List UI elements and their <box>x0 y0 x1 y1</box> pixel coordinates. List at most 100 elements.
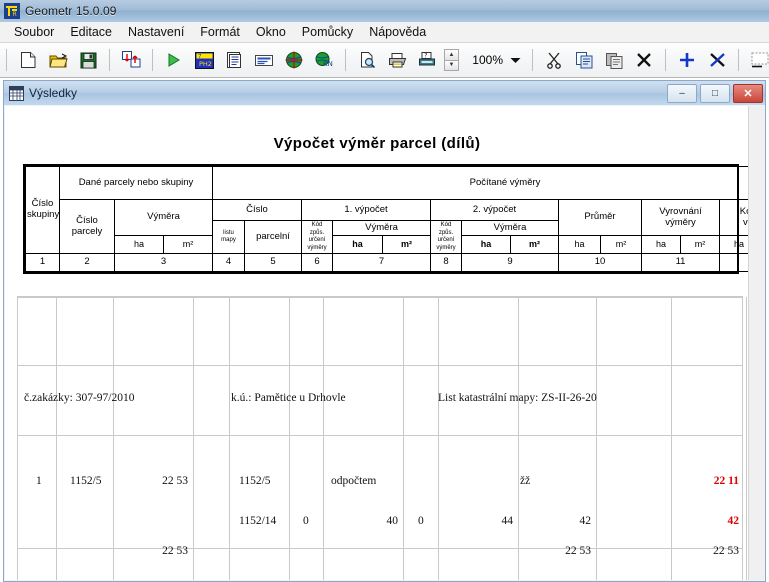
print-icon[interactable] <box>383 46 411 74</box>
printer-setup-icon[interactable]: ? <box>413 46 441 74</box>
open-folder-icon[interactable] <box>44 46 72 74</box>
delete-x-icon[interactable] <box>630 46 658 74</box>
header-number-9: 9 <box>461 253 559 272</box>
menu-format[interactable]: Formát <box>192 23 248 41</box>
zoom-spinner-down[interactable]: ▼ <box>444 59 459 71</box>
header-number-1: 1 <box>25 253 60 272</box>
document-page: Výpočet výměr parcel (dílů) Číslo skupin… <box>5 106 749 580</box>
grid-column-divider <box>323 297 324 580</box>
grid-column-divider <box>671 297 672 580</box>
paste-icon[interactable] <box>600 46 628 74</box>
table-header: Číslo skupiny Dané parcely nebo skupiny … <box>25 166 749 272</box>
header-number-6: 6 <box>301 253 333 272</box>
maximize-button[interactable]: □ <box>700 83 730 103</box>
run-play-icon[interactable] <box>160 46 188 74</box>
grid-column-divider <box>438 297 439 580</box>
save-floppy-icon[interactable] <box>74 46 102 74</box>
globe-crosshair-icon[interactable] <box>280 46 308 74</box>
header-parcelni: parcelní <box>244 220 302 254</box>
header-number-4: 4 <box>212 253 245 272</box>
cadastral-area: k.ú.: Pamětice u Drhovle <box>231 392 346 404</box>
header-unit-m2: m² <box>382 235 431 254</box>
grid-row-divider <box>18 435 742 436</box>
table-header-border: Číslo skupiny Dané parcely nebo skupiny … <box>23 164 749 274</box>
menu-napoveda[interactable]: Nápověda <box>361 23 434 41</box>
vertical-scrollbar[interactable] <box>748 106 764 580</box>
header-unit-ha: ha <box>558 235 601 254</box>
menu-soubor[interactable]: Soubor <box>6 23 62 41</box>
header-parcel-number: Číslo parcely <box>59 199 115 254</box>
menu-nastaveni[interactable]: Nastavení <box>120 23 192 41</box>
grid-column-divider <box>596 297 597 580</box>
app-title: Geometr 15.0.09 <box>25 4 117 18</box>
header-calc1-area: Výměra <box>332 220 431 236</box>
remove-cross-icon[interactable] <box>703 46 731 74</box>
toolbar-separator <box>345 49 346 71</box>
grid-column-divider <box>56 297 57 580</box>
header-number-5: 5 <box>244 253 302 272</box>
menu-bar: Soubor Editace Nastavení Formát Okno Pom… <box>0 22 769 43</box>
row-parcelni: 1152/5 <box>239 475 271 487</box>
row-calc1-m2: 40 <box>386 515 399 527</box>
row-calc2-m2: 44 <box>501 515 514 527</box>
grid-column-divider <box>229 297 230 580</box>
header-calc1: 1. výpočet <box>301 199 431 221</box>
print-preview-icon[interactable] <box>353 46 381 74</box>
child-window-title: Výsledky <box>29 86 78 100</box>
header-number-12: 12 <box>718 253 749 272</box>
add-plus-icon[interactable] <box>673 46 701 74</box>
main-toolbar: 7 PH2 KN ? ▲ ▼ 100% <box>0 43 769 78</box>
toolbar-separator <box>738 49 739 71</box>
copy-icon[interactable] <box>570 46 598 74</box>
row-given-parcel: 1152/5 <box>70 475 102 487</box>
header-unit-ha: ha <box>641 235 681 254</box>
header-unit-m2: m² <box>163 235 213 254</box>
zoom-control[interactable]: ▲ ▼ 100% <box>444 49 523 71</box>
transfer-arrows-icon[interactable] <box>117 46 145 74</box>
row-given-area: 22 53 <box>162 475 188 487</box>
data-grid[interactable]: č.zakázky: 307-97/2010 k.ú.: Pamětice u … <box>17 296 747 580</box>
grid-column-divider <box>289 297 290 580</box>
header-col-group-number: Číslo skupiny <box>25 166 60 254</box>
header-number-2: 2 <box>59 253 115 272</box>
globe-kn-icon[interactable]: KN <box>310 46 338 74</box>
table-view-icon[interactable] <box>250 46 278 74</box>
summary-total-prumer: 22 53 <box>565 545 591 557</box>
svg-text:KN: KN <box>323 60 333 68</box>
zoom-spinner-up[interactable]: ▲ <box>444 49 459 60</box>
minimize-button[interactable]: – <box>667 83 697 103</box>
header-number-3: 3 <box>114 253 213 272</box>
header-given-parcels: Dané parcely nebo skupiny <box>59 166 213 200</box>
order-number: č.zakázky: 307-97/2010 <box>24 392 135 404</box>
header-kod2: Kód způs. určení výměry <box>430 220 462 254</box>
header-number-8: 8 <box>430 253 462 272</box>
application-window: R Geometr 15.0.09 Soubor Editace Nastave… <box>0 0 769 582</box>
row-final-area: 42 <box>727 515 740 527</box>
row-prumer: 42 <box>579 515 592 527</box>
toolbar-separator <box>152 49 153 71</box>
document-list-icon[interactable] <box>220 46 248 74</box>
select-area-icon[interactable] <box>746 46 769 74</box>
header-cislo: Číslo <box>212 199 302 221</box>
zoom-value[interactable]: 100% <box>463 53 507 67</box>
header-unit-ha: ha <box>332 235 383 254</box>
chevron-down-icon[interactable] <box>507 50 523 70</box>
new-document-icon[interactable] <box>14 46 42 74</box>
header-unit-m2: m² <box>510 235 559 254</box>
header-unit-ha: ha <box>461 235 511 254</box>
child-window-title-bar[interactable]: Výsledky – □ ✕ <box>4 81 765 105</box>
grid-row-divider <box>18 365 742 366</box>
svg-text:PH2: PH2 <box>199 60 212 68</box>
zoom-spinner[interactable]: ▲ ▼ <box>444 49 459 71</box>
menu-okno[interactable]: Okno <box>248 23 294 41</box>
close-button[interactable]: ✕ <box>733 83 763 103</box>
menu-pomucky[interactable]: Pomůcky <box>294 23 361 41</box>
summary-total-final: 22 53 <box>713 545 739 557</box>
header-unit-ha: ha <box>114 235 164 254</box>
vfp-table-icon[interactable]: 7 PH2 <box>190 46 218 74</box>
main-title-bar: R Geometr 15.0.09 <box>0 0 769 23</box>
header-vyrovnani: Vyrovnání výměry <box>641 199 720 236</box>
cut-scissors-icon[interactable] <box>540 46 568 74</box>
grid-column-divider <box>193 297 194 580</box>
menu-editace[interactable]: Editace <box>62 23 120 41</box>
